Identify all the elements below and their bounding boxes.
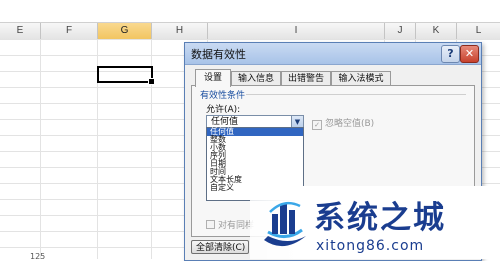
city-logo-icon — [264, 201, 306, 247]
validation-criteria-title: 有效性条件 — [200, 91, 246, 101]
column-header-e[interactable]: E — [0, 23, 41, 39]
watermark-title: 系统之城 — [314, 200, 446, 236]
row-number: 125 — [30, 252, 46, 261]
tab-ime-mode[interactable]: 输入法模式 — [331, 71, 391, 86]
column-header-k[interactable]: K — [416, 23, 457, 39]
column-header-f[interactable]: F — [41, 23, 98, 39]
question-mark-icon[interactable]: ? — [441, 45, 460, 63]
ignore-blank-checkbox: ✓ 忽略空值(B) — [312, 116, 374, 130]
column-header-bar: E F G H I J K L — [0, 22, 500, 40]
apply-to-same-settings-checkbox: 对有同样 — [206, 218, 254, 231]
apply-label: 对有同样 — [218, 221, 255, 231]
column-header-h[interactable]: H — [152, 23, 208, 39]
watermark: 系统之城 xitong86.com — [250, 186, 500, 259]
column-header-g[interactable]: G — [98, 23, 152, 39]
column-header-j[interactable]: J — [385, 23, 416, 39]
clear-all-button[interactable]: 全部清除(C) — [191, 240, 249, 254]
grid-line — [40, 39, 41, 259]
checkbox-icon — [206, 220, 215, 229]
allow-label: 允许(A): — [206, 105, 241, 115]
fill-handle[interactable] — [148, 78, 155, 85]
dialog-titlebar[interactable]: 数据有效性 ? ✕ — [185, 43, 481, 65]
tab-settings[interactable]: 设置 — [195, 69, 231, 87]
tab-input-message[interactable]: 输入信息 — [231, 71, 281, 86]
column-header-i[interactable]: I — [208, 23, 385, 39]
dialog-title: 数据有效性 — [191, 48, 246, 61]
watermark-url: xitong86.com — [316, 238, 425, 254]
tab-error-alert[interactable]: 出错警告 — [281, 71, 331, 86]
close-icon[interactable]: ✕ — [460, 45, 479, 63]
column-header-l[interactable]: L — [457, 23, 500, 39]
divider — [246, 94, 466, 95]
checkbox-icon: ✓ — [312, 120, 322, 130]
active-cell[interactable] — [97, 66, 155, 85]
ignore-blank-label: 忽略空值(B) — [325, 119, 375, 129]
